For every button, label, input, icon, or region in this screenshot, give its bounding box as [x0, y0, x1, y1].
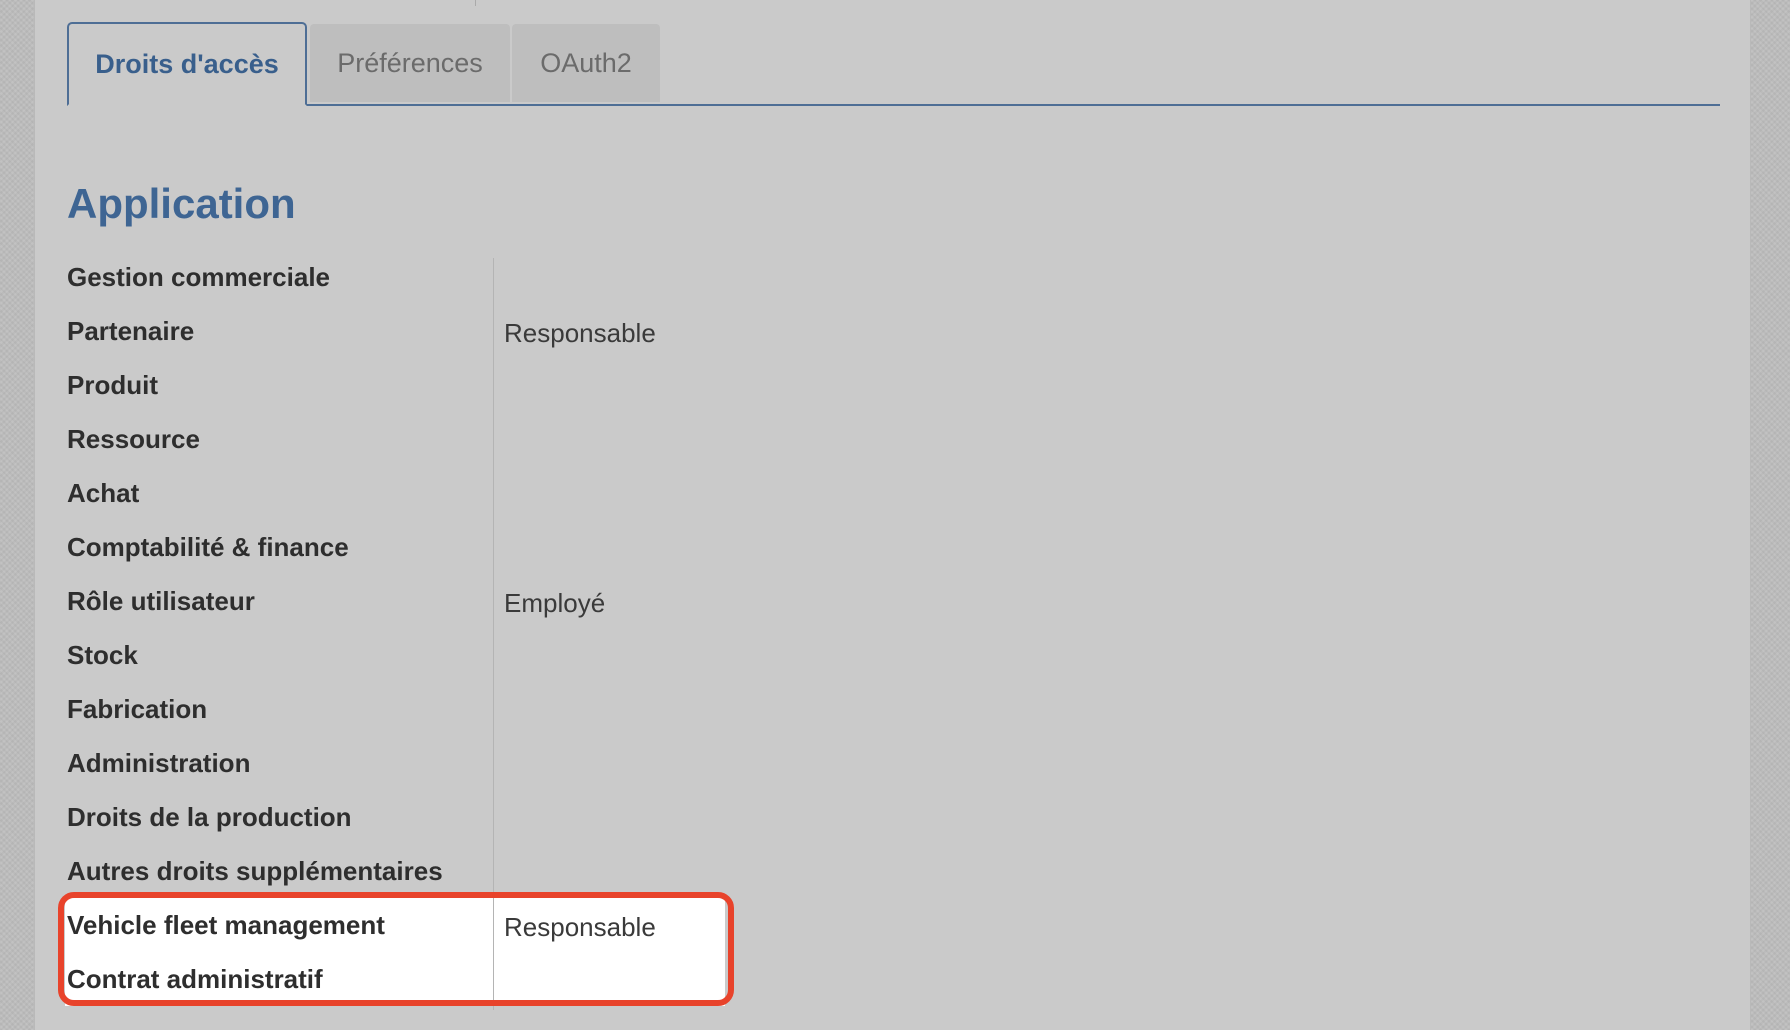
form-sheet: Droits d'accès Préférences OAuth2 Applic… — [34, 0, 1751, 1030]
row-label: Comptabilité & finance — [67, 531, 349, 562]
access-row: Fabrication — [67, 682, 1707, 736]
row-value[interactable]: Employé — [490, 588, 605, 619]
row-label: Produit — [67, 369, 158, 400]
access-row: Comptabilité & finance — [67, 520, 1707, 574]
row-label: Vehicle fleet management — [67, 909, 385, 940]
row-value[interactable]: Responsable — [490, 318, 656, 349]
access-row: Rôle utilisateur Employé — [67, 574, 1707, 628]
row-label: Contrat administratif — [67, 963, 323, 994]
access-row-vehicle-fleet: Vehicle fleet management Responsable — [67, 898, 1707, 952]
access-row: Ressource — [67, 412, 1707, 466]
access-row-contrat-administratif: Contrat administratif — [67, 952, 1707, 1006]
tab-oauth2[interactable]: OAuth2 — [512, 24, 660, 102]
row-label: Stock — [67, 639, 138, 670]
row-label: Administration — [67, 747, 251, 778]
access-row: Stock — [67, 628, 1707, 682]
row-label: Ressource — [67, 423, 200, 454]
section-title: Application — [67, 180, 296, 227]
row-label: Rôle utilisateur — [67, 585, 255, 616]
access-row: Droits de la production — [67, 790, 1707, 844]
row-label: Partenaire — [67, 315, 195, 346]
access-row: Produit — [67, 358, 1707, 412]
access-row: Gestion commerciale — [67, 250, 1707, 304]
access-row: Administration — [67, 736, 1707, 790]
row-value[interactable]: Responsable — [490, 912, 656, 943]
row-label: Autres droits supplémentaires — [67, 855, 443, 886]
access-row: Autres droits supplémentaires — [67, 844, 1707, 898]
tab-access-rights[interactable]: Droits d'accès — [67, 22, 307, 106]
top-divider-stub — [475, 0, 476, 6]
tab-bar: Droits d'accès Préférences OAuth2 — [67, 22, 1720, 106]
row-label: Gestion commerciale — [67, 261, 330, 292]
row-label: Achat — [67, 477, 140, 508]
tab-preferences[interactable]: Préférences — [310, 24, 510, 102]
row-label: Fabrication — [67, 693, 208, 724]
access-row: Partenaire Responsable — [67, 304, 1707, 358]
access-row: Achat — [67, 466, 1707, 520]
row-label: Droits de la production — [67, 801, 352, 832]
access-rights-list: Gestion commerciale Partenaire Responsab… — [67, 250, 1707, 1006]
